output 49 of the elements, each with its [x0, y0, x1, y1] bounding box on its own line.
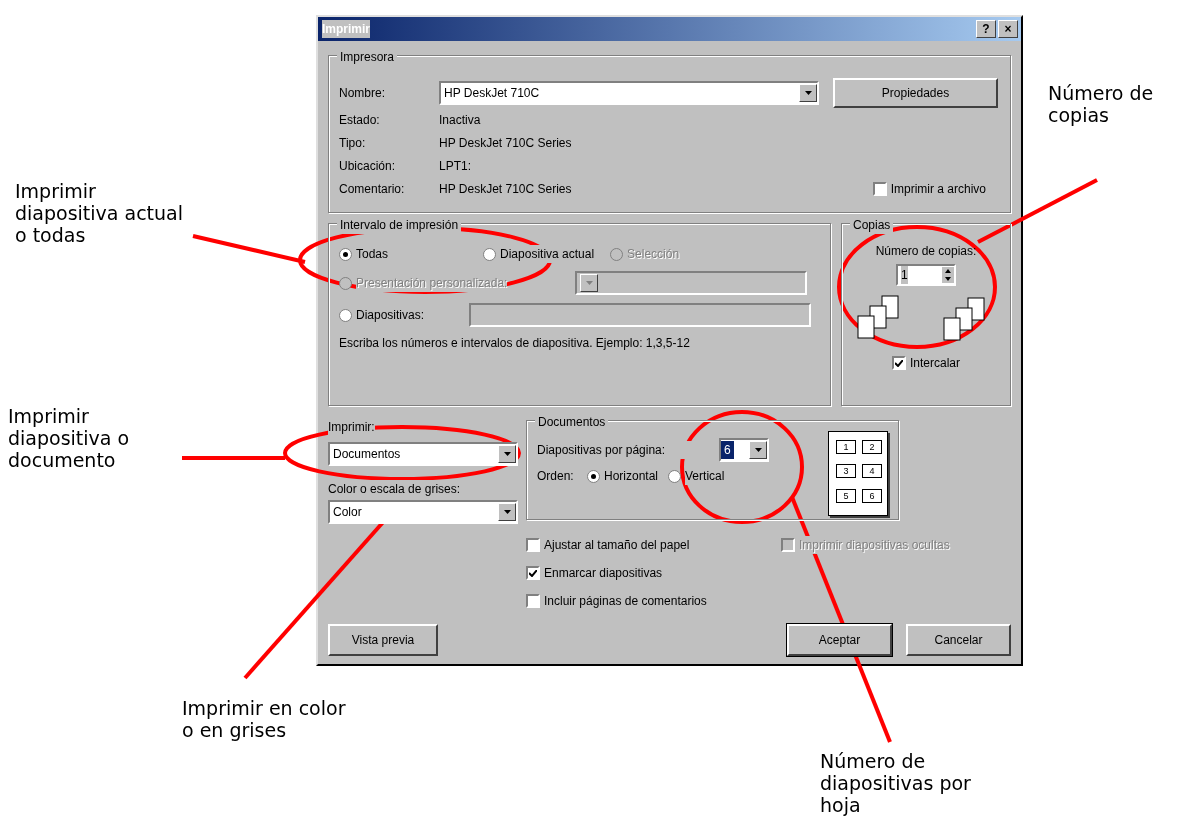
- selected-value: 6: [721, 441, 734, 459]
- annotation-text: Número de copias: [1048, 82, 1154, 126]
- copies-spinner[interactable]: 1: [896, 264, 956, 286]
- help-button[interactable]: ?: [976, 20, 996, 38]
- checkmark-icon: [895, 359, 903, 367]
- checkmark-icon: [529, 569, 537, 577]
- annotation-text: Número de diapositivas por hoja: [820, 750, 971, 816]
- close-button[interactable]: ×: [998, 20, 1018, 38]
- checkbox-label: Imprimir diapositivas ocultas: [799, 536, 950, 554]
- radio-button[interactable]: [483, 247, 497, 261]
- color-dropdown[interactable]: Color: [328, 500, 518, 524]
- field-label: Color o escala de grises:: [328, 480, 461, 498]
- page-number: 3: [836, 464, 856, 479]
- checkbox[interactable]: [526, 594, 540, 608]
- radio-button[interactable]: [339, 308, 352, 322]
- slides-input-field[interactable]: [469, 303, 811, 327]
- checkbox[interactable]: [892, 356, 906, 370]
- radio-button[interactable]: [668, 469, 682, 483]
- dropdown-arrow-icon: [804, 91, 812, 95]
- dropdown-arrow-icon: [754, 448, 762, 452]
- page-number: 2: [862, 440, 882, 454]
- per-page-dropdown[interactable]: 6: [719, 438, 769, 462]
- spinner-value: 1: [901, 266, 908, 284]
- dropdown-arrow-icon: [503, 452, 511, 456]
- properties-button[interactable]: Propiedades: [833, 78, 998, 108]
- preview-button[interactable]: Vista previa: [328, 624, 438, 656]
- annotation-text: Imprimir diapositiva o documento: [8, 405, 130, 471]
- ok-button[interactable]: Aceptar: [787, 624, 892, 656]
- annotation-text: Imprimir en color o en grises: [182, 697, 346, 741]
- cancel-button[interactable]: Cancelar: [906, 624, 1011, 656]
- print-what-dropdown[interactable]: Documentos: [328, 442, 518, 466]
- page-number: 5: [836, 488, 856, 503]
- checkbox[interactable]: [526, 538, 540, 552]
- checkbox[interactable]: [526, 566, 540, 580]
- page-number: 6: [862, 488, 882, 503]
- hint-text: Escriba los números e intervalos de diapositiva. Ejemplo: 1,3,5-12: [339, 335, 691, 352]
- checkbox[interactable]: [872, 181, 887, 196]
- radio-button[interactable]: [339, 247, 352, 261]
- field-label: Número de copias:: [874, 243, 978, 260]
- printer-dropdown[interactable]: HP DeskJet 710C: [439, 81, 819, 105]
- annotation-text: Imprimir diapositiva actual o todas: [15, 180, 183, 246]
- radio-button[interactable]: [587, 469, 600, 483]
- dropdown-arrow-icon: [503, 510, 511, 514]
- page-number: 1: [836, 440, 856, 454]
- dropdown-arrow-icon: [585, 281, 593, 285]
- spinner-arrows-icon: [942, 267, 954, 283]
- radio-label: Diapositiva actual: [500, 245, 595, 263]
- page-number: 4: [862, 464, 882, 479]
- window-title: Imprimir: [322, 20, 370, 38]
